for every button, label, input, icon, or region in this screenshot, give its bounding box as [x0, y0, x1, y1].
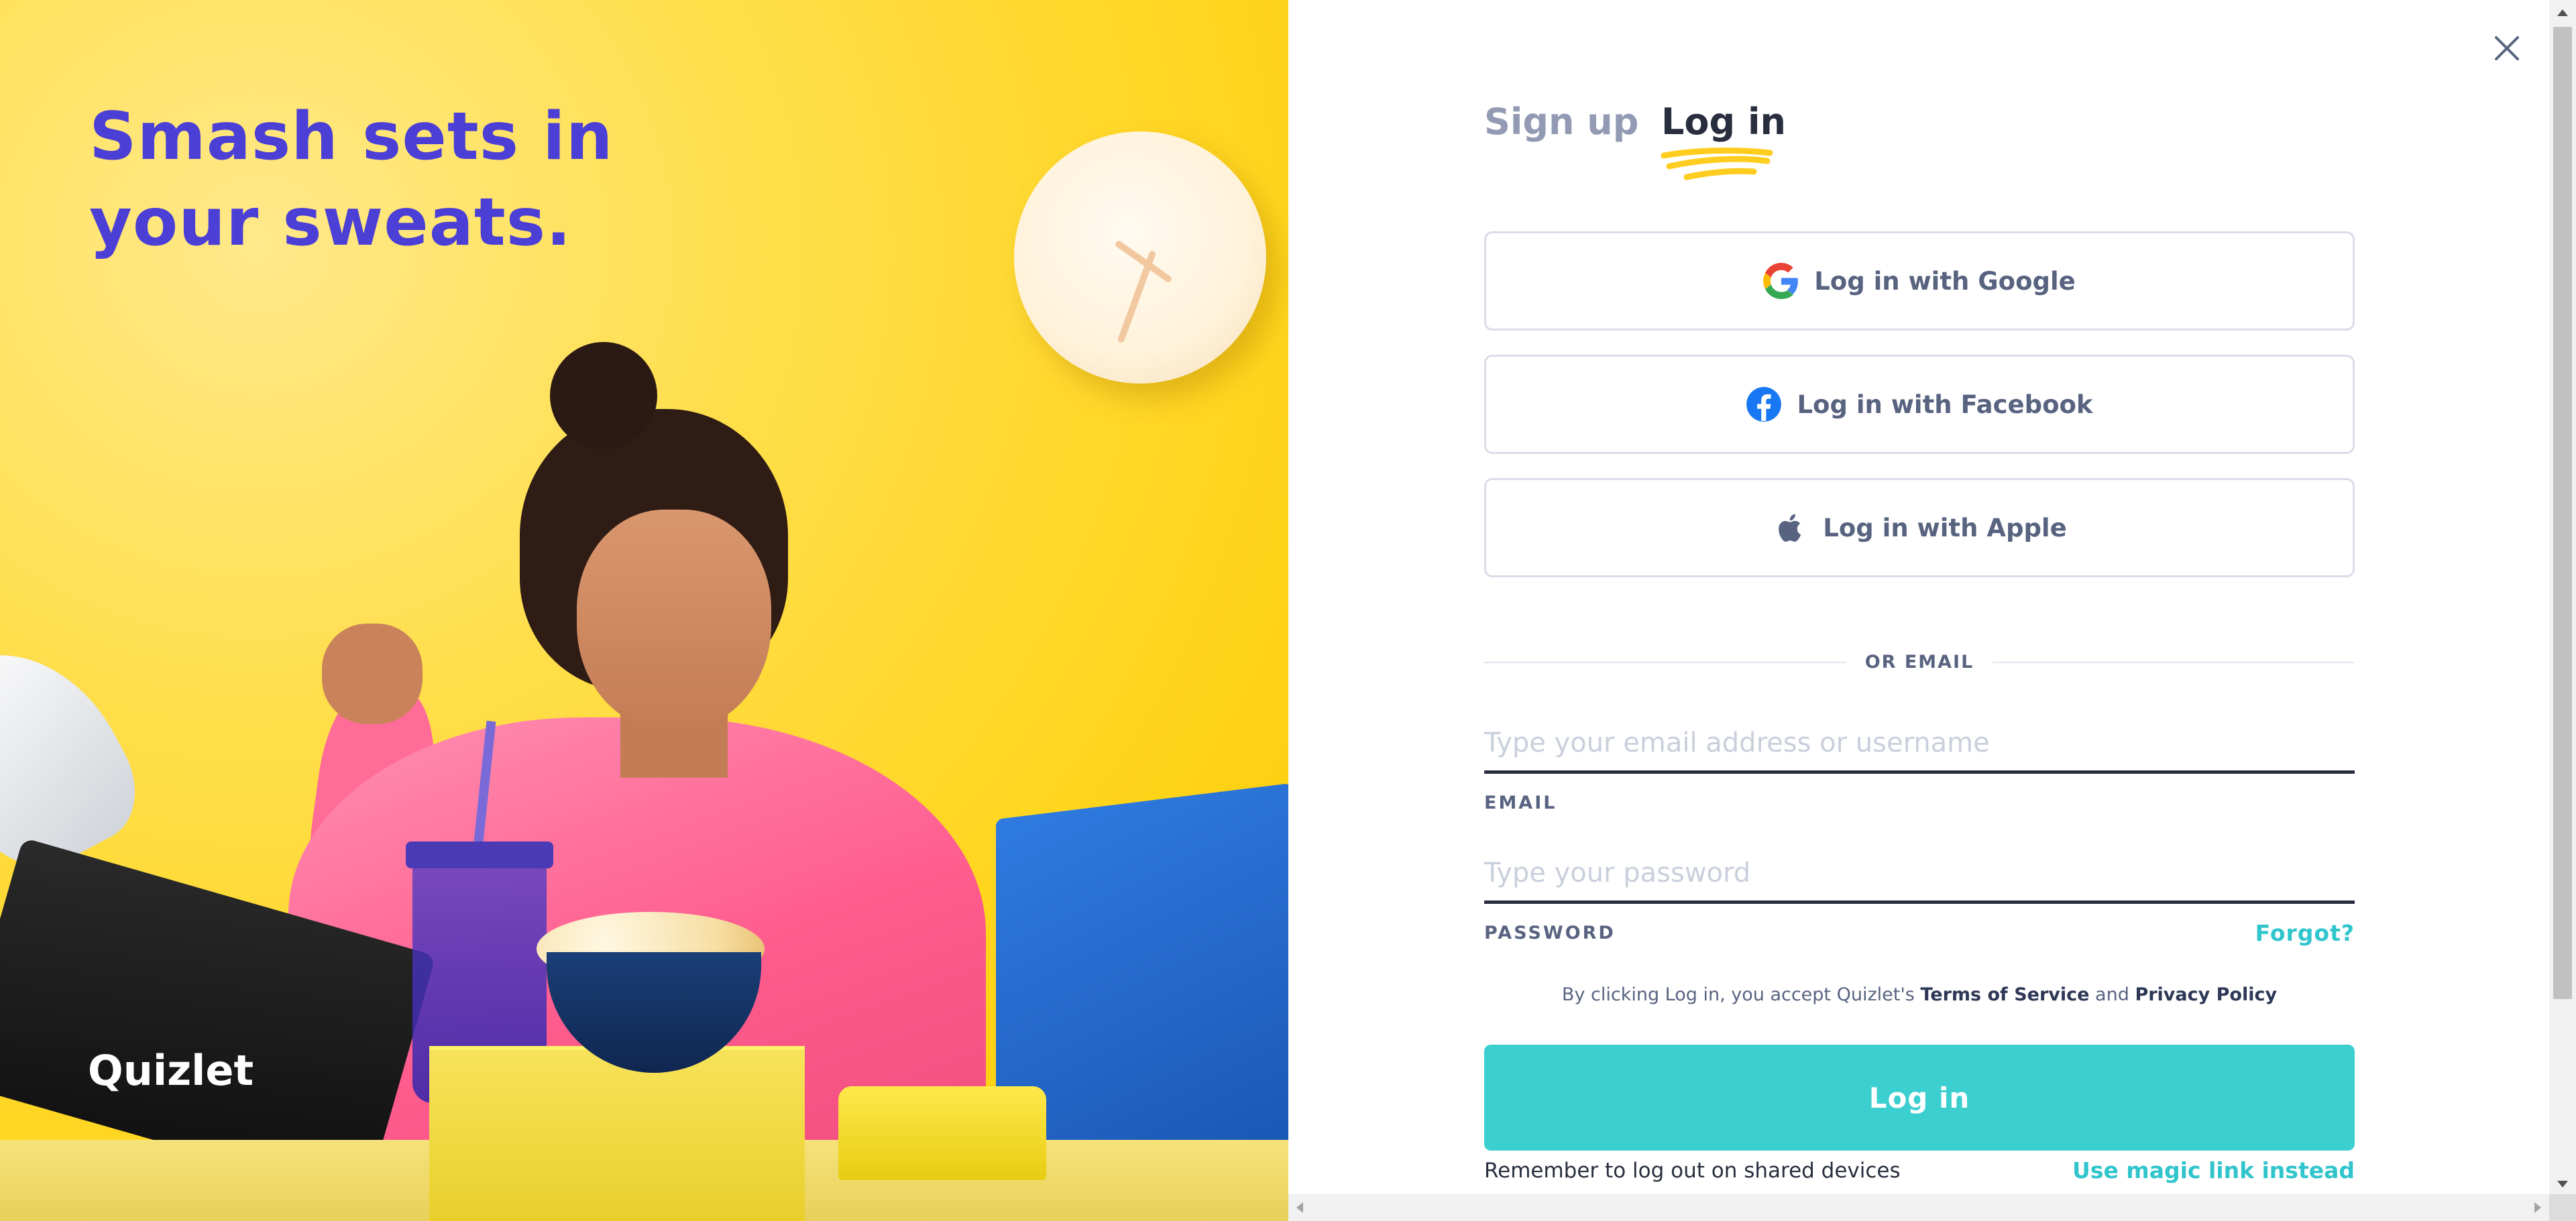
terms-prefix: By clicking Log in, you accept Quizlet's [1561, 984, 1915, 1005]
hero-headline-line2: your sweats. [89, 184, 572, 261]
facebook-icon [1746, 387, 1782, 422]
google-button-label: Log in with Google [1814, 266, 2076, 296]
email-label: EMAIL [1484, 793, 1557, 813]
google-icon [1763, 263, 1799, 299]
close-icon [2495, 36, 2519, 60]
hero-headline: Smash sets in your sweats. [89, 94, 693, 266]
password-field-group: PASSWORD Forgot? [1484, 845, 2355, 946]
quizlet-logo: Quizlet [88, 1046, 254, 1095]
active-tab-underline [1661, 148, 1773, 180]
scroll-left-arrow-icon[interactable] [1296, 1202, 1303, 1213]
apple-icon [1779, 514, 1801, 542]
scroll-down-arrow-icon[interactable] [2557, 1181, 2568, 1187]
stapler [838, 1086, 1046, 1180]
tumbler-lid [406, 841, 553, 868]
login-page: Smash sets in your sweats. Quizlet Sign … [0, 0, 2576, 1221]
scroll-up-arrow-icon[interactable] [2557, 9, 2568, 16]
hero-panel: Smash sets in your sweats. Quizlet [0, 0, 1288, 1221]
email-field-group: EMAIL [1484, 715, 2355, 813]
log-in-with-apple-button[interactable]: Log in with Apple [1484, 478, 2355, 577]
terms-of-service-link[interactable]: Terms of Service [1920, 984, 2089, 1005]
remember-logout-note: Remember to log out on shared devices [1484, 1159, 1901, 1183]
divider-line [1993, 662, 2355, 663]
terms-and: and [2095, 984, 2129, 1005]
tab-sign-up[interactable]: Sign up [1484, 94, 1638, 150]
books-stack [429, 1046, 805, 1221]
or-email-divider: OR EMAIL [1484, 650, 2355, 675]
person-face [577, 510, 771, 731]
horizontal-scrollbar[interactable] [1288, 1194, 2549, 1221]
scroll-right-arrow-icon[interactable] [2534, 1202, 2541, 1213]
auth-panel [1288, 0, 2549, 1221]
scrollbar-corner [2549, 1194, 2576, 1221]
privacy-policy-link[interactable]: Privacy Policy [2135, 984, 2277, 1005]
apple-button-label: Log in with Apple [1823, 513, 2067, 542]
log-in-with-facebook-button[interactable]: Log in with Facebook [1484, 355, 2355, 454]
log-in-with-google-button[interactable]: Log in with Google [1484, 231, 2355, 331]
password-input[interactable] [1484, 845, 2355, 904]
tab-log-in[interactable]: Log in [1661, 94, 1786, 150]
log-in-button[interactable]: Log in [1484, 1045, 2355, 1151]
hero-headline-line1: Smash sets in [89, 99, 614, 175]
close-button[interactable] [2488, 30, 2526, 67]
magic-link-link[interactable]: Use magic link instead [2072, 1157, 2355, 1183]
email-input[interactable] [1484, 715, 2355, 774]
facebook-button-label: Log in with Facebook [1797, 390, 2093, 419]
terms-notice: By clicking Log in, you accept Quizlet's… [1484, 984, 2355, 1005]
vertical-scroll-thumb[interactable] [2553, 27, 2572, 999]
vertical-scrollbar[interactable] [2549, 0, 2576, 1194]
person-fist [322, 624, 423, 724]
forgot-password-link[interactable]: Forgot? [2255, 920, 2355, 946]
password-label: PASSWORD [1484, 923, 1616, 943]
person-hair-bun [550, 342, 657, 449]
